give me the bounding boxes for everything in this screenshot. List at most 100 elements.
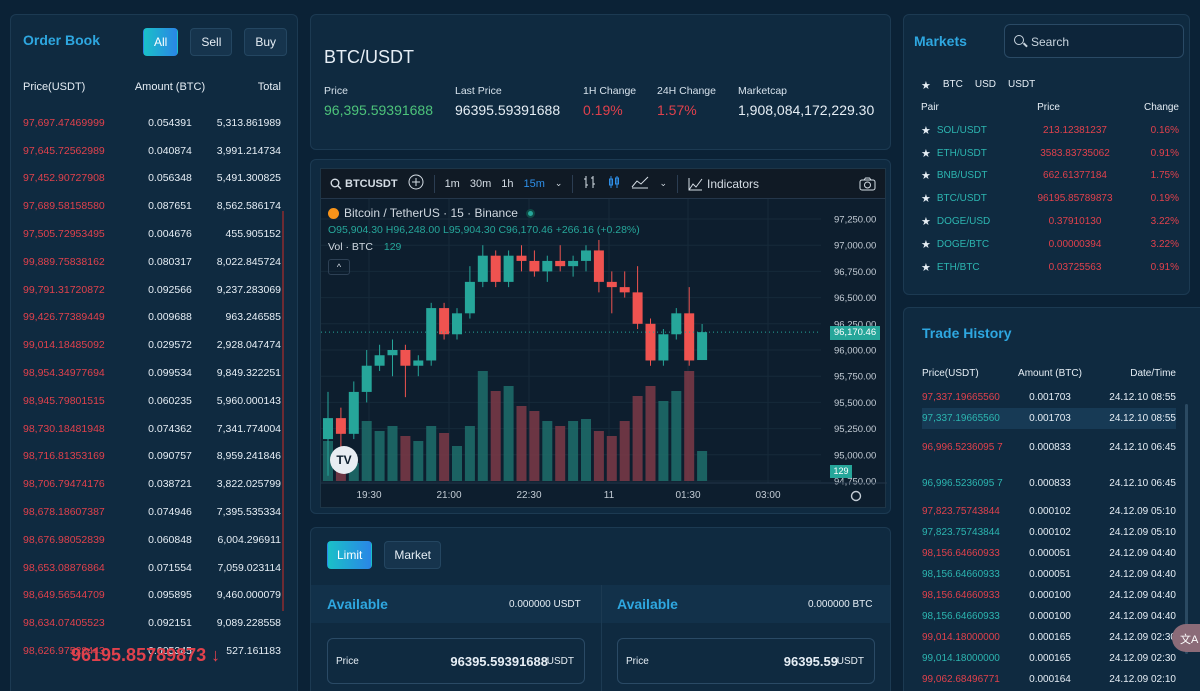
trade-row[interactable]: 98,156.64660933 0.000100 24.12.09 04:40 (922, 606, 1176, 627)
candle-body[interactable] (581, 250, 591, 261)
candle-body[interactable] (632, 292, 643, 324)
trade-row[interactable]: 99,014.18000000 0.000165 24.12.09 02:30 (922, 648, 1176, 669)
filter-usdt[interactable]: USDT (1008, 79, 1035, 92)
candle-body[interactable] (555, 260, 566, 267)
star-icon[interactable]: ★ (921, 238, 931, 251)
chevron-down-icon[interactable]: ⌄ (659, 178, 667, 189)
trade-row[interactable]: 98,156.64660933 0.000051 24.12.09 04:40 (922, 564, 1176, 585)
tab-limit[interactable]: Limit (327, 541, 373, 569)
order-book-row[interactable]: 98,676.98052839 0.060848 6,004.296911 (23, 526, 281, 554)
candlestick-chart[interactable]: 97,250.0097,000.0096,750.0096,500.0096,2… (321, 199, 887, 509)
market-row[interactable]: ★ ETH/USDT 3583.83735062 0.91% (921, 142, 1179, 165)
order-book-row[interactable]: 98,716.81353169 0.090757 8,959.241846 (23, 443, 281, 471)
market-row[interactable]: ★ DOGE/USD 0.37910130 3.22% (921, 210, 1179, 233)
candle-body[interactable] (542, 260, 553, 272)
order-book-row[interactable]: 97,452.90727908 0.056348 5,491.300825 (23, 165, 281, 193)
order-book-row[interactable]: 99,889.75838162 0.080317 8,022.845724 (23, 248, 281, 276)
market-row[interactable]: ★ BTC/USDT 96195.85789873 0.19% (921, 187, 1179, 210)
order-book-row[interactable]: 98,954.34977694 0.099534 9,849.322251 (23, 359, 281, 387)
candle-body[interactable] (348, 391, 359, 434)
candle-body[interactable] (335, 418, 346, 434)
trade-row[interactable]: 97,823.75743844 0.000102 24.12.09 05:10 (922, 522, 1176, 543)
buy-price-input[interactable]: Price 96395.59391688 USDT (327, 638, 585, 684)
trade-row[interactable]: 96,996.5236095 7 0.000833 24.12.10 06:45 (922, 429, 1176, 465)
order-book-row[interactable]: 99,791.31720872 0.092566 9,237.283069 (23, 276, 281, 304)
interval-1m[interactable]: 1m (445, 178, 460, 190)
trade-row[interactable]: 98,156.64660933 0.000051 24.12.09 04:40 (922, 543, 1176, 564)
trade-row[interactable]: 99,014.18000000 0.000165 24.12.09 02:30 (922, 627, 1176, 648)
candle-body[interactable] (671, 313, 682, 335)
trade-row[interactable]: 97,337.19665560 0.001703 24.12.10 08:55 (922, 408, 1176, 429)
star-icon[interactable]: ★ (921, 215, 931, 228)
filter-btc[interactable]: BTC (943, 79, 963, 92)
candle-body[interactable] (400, 350, 411, 366)
bar-type-icon[interactable] (583, 175, 597, 192)
star-icon[interactable]: ★ (921, 169, 931, 182)
candle-body[interactable] (323, 418, 333, 440)
sell-price-input[interactable]: Price 96395.59 USDT (617, 638, 875, 684)
candle-type-icon[interactable] (607, 175, 621, 192)
candle-body[interactable] (593, 250, 604, 282)
candle-body[interactable] (452, 313, 462, 335)
candle-body[interactable] (413, 360, 424, 366)
price-value[interactable]: 96395.59 (784, 654, 838, 669)
filter-usd[interactable]: USD (975, 79, 996, 92)
market-row[interactable]: ★ ETH/BTC 0.03725563 0.91% (921, 256, 1179, 279)
trade-row[interactable]: 99,062.68496771 0.000164 24.12.09 02:10 (922, 669, 1176, 690)
candle-body[interactable] (464, 281, 475, 314)
order-book-row[interactable]: 99,014.18485092 0.029572 2,928.047474 (23, 331, 281, 359)
chevron-down-icon[interactable]: ⌄ (555, 178, 563, 189)
indicators-button[interactable]: Indicators (688, 177, 759, 191)
star-icon[interactable]: ★ (921, 192, 931, 205)
candle-body[interactable] (516, 255, 527, 261)
tradingview-chart[interactable]: BTCUSDT 1m 30m 1h 15m ⌄ ⌄ Indicators 97,… (320, 168, 887, 509)
order-book-row[interactable]: 97,697.47469999 0.054391 5,313.861989 (23, 109, 281, 137)
candle-body[interactable] (606, 281, 617, 288)
candle-body[interactable] (697, 332, 708, 361)
order-book-scrollbar[interactable] (282, 211, 284, 611)
candle-body[interactable] (503, 255, 514, 282)
order-book-row[interactable]: 98,730.18481948 0.074362 7,341.774004 (23, 415, 281, 443)
star-icon[interactable]: ★ (921, 261, 931, 274)
interval-1h[interactable]: 1h (501, 178, 513, 190)
area-chart-icon[interactable] (631, 175, 649, 192)
tab-buy[interactable]: Buy (244, 28, 288, 56)
candle-body[interactable] (619, 287, 630, 293)
candle-body[interactable] (374, 355, 385, 366)
trade-row[interactable]: 97,337.19665560 0.001703 24.12.10 08:55 (922, 387, 1176, 408)
candle-body[interactable] (529, 260, 540, 272)
symbol-search-button[interactable]: BTCUSDT (330, 178, 398, 190)
candle-body[interactable] (361, 365, 372, 392)
order-book-row[interactable]: 98,945.79801515 0.060235 5,960.000143 (23, 387, 281, 415)
compare-add-button[interactable] (408, 174, 424, 193)
tradingview-logo-icon[interactable]: TV (330, 446, 358, 474)
order-book-row[interactable]: 97,689.58158580 0.087651 8,562.586174 (23, 192, 281, 220)
order-book-row[interactable]: 98,706.79474176 0.038721 3,822.025799 (23, 470, 281, 498)
candle-body[interactable] (477, 255, 488, 282)
tab-all[interactable]: All (143, 28, 179, 56)
candle-body[interactable] (658, 334, 669, 361)
camera-icon[interactable] (859, 177, 876, 194)
order-book-row[interactable]: 99,426.77389449 0.009688 963.246585 (23, 304, 281, 332)
price-value[interactable]: 96395.59391688 (450, 654, 548, 669)
order-book-row[interactable]: 98,678.18607387 0.074946 7,395.535334 (23, 498, 281, 526)
order-book-row[interactable]: 98,634.07405523 0.092151 9,089.228558 (23, 609, 281, 637)
collapse-legend-icon[interactable]: ^ (328, 259, 350, 275)
candle-body[interactable] (387, 350, 398, 356)
market-row[interactable]: ★ DOGE/BTC 0.00000394 3.22% (921, 233, 1179, 256)
candle-body[interactable] (568, 260, 579, 267)
candle-body[interactable] (439, 308, 450, 335)
market-row[interactable]: ★ BNB/USDT 662.61377184 1.75% (921, 165, 1179, 188)
interval-15m[interactable]: 15m (524, 178, 545, 190)
gear-icon[interactable] (850, 490, 862, 502)
tab-market[interactable]: Market (384, 541, 442, 569)
translate-icon[interactable]: 文A (1172, 624, 1200, 652)
trade-row[interactable]: 98,156.64660933 0.000100 24.12.09 04:40 (922, 585, 1176, 606)
candle-body[interactable] (426, 308, 437, 361)
order-book-row[interactable]: 97,645.72562989 0.040874 3,991.214734 (23, 137, 281, 165)
interval-30m[interactable]: 30m (470, 178, 491, 190)
candle-body[interactable] (684, 313, 695, 361)
candle-body[interactable] (645, 323, 656, 361)
trade-row[interactable]: 97,823.75743844 0.000102 24.12.09 05:10 (922, 501, 1176, 522)
market-row[interactable]: ★ SOL/USDT 213.12381237 0.16% (921, 119, 1179, 142)
